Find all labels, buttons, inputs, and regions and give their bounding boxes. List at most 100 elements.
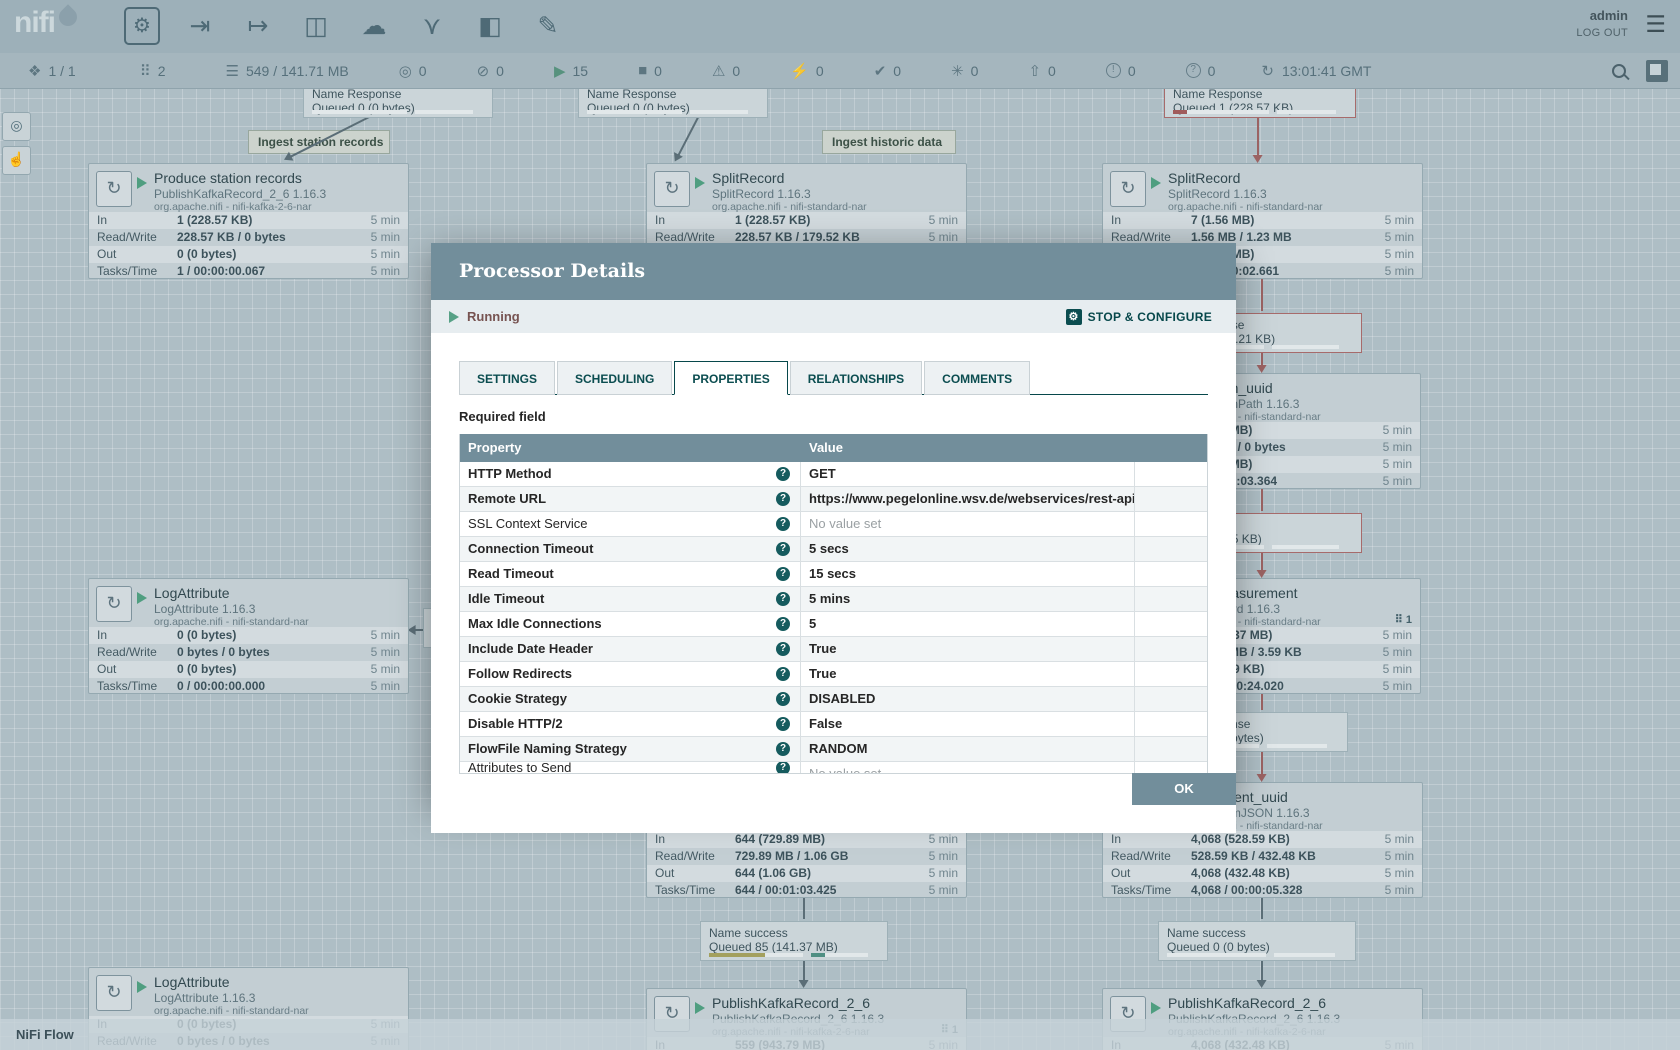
nifi-app: ◎☝Ingest station recordsIngest historic …: [0, 0, 1680, 1050]
queue-progress-bar: [1167, 953, 1266, 957]
stat-window: 5 min: [371, 246, 400, 263]
component-toolbar: ⚙ ⇥ ↦ ◫ ☁ ⋎ ◧ ✎: [124, 7, 566, 45]
help-icon[interactable]: ?: [776, 692, 790, 706]
stat-value: 0 (0 bytes): [177, 246, 236, 263]
property-value[interactable]: No value set: [801, 512, 1135, 536]
stop-configure-button[interactable]: ⚙ STOP & CONFIGURE: [1066, 309, 1212, 325]
process-group-icon[interactable]: ◫: [298, 7, 334, 45]
property-value[interactable]: False: [801, 712, 1135, 736]
help-icon[interactable]: ?: [776, 592, 790, 606]
breadcrumb[interactable]: NiFi Flow: [0, 1019, 1680, 1050]
status-item: ❖1 / 1: [28, 62, 76, 80]
template-icon[interactable]: ◧: [472, 7, 508, 45]
stat-window: 5 min: [1383, 678, 1412, 695]
run-status-label: Running: [467, 309, 520, 324]
stat-value: 528.59 KB / 432.48 KB: [1191, 848, 1316, 865]
queue-progress-bars: [1173, 110, 1347, 114]
help-icon[interactable]: ?: [776, 762, 790, 773]
help-icon[interactable]: ?: [776, 492, 790, 506]
crosshair-icon[interactable]: ◎: [2, 112, 31, 141]
properties-table-header: Property Value: [460, 434, 1207, 462]
processor-type: SplitRecord 1.16.3: [712, 187, 811, 201]
help-icon[interactable]: ?: [776, 667, 790, 681]
help-icon[interactable]: ?: [776, 742, 790, 756]
help-icon[interactable]: ?: [776, 717, 790, 731]
connection-queue-label[interactable]: Name successQueued 0 (0 bytes): [1158, 921, 1356, 961]
run-state-icon: [137, 177, 147, 189]
breadcrumb-label[interactable]: NiFi Flow: [16, 1027, 74, 1042]
property-value[interactable]: No value set: [801, 762, 1135, 773]
processor[interactable]: ↻ LogAttribute LogAttribute 1.16.3 org.a…: [88, 578, 409, 694]
stat-window: 5 min: [371, 212, 400, 229]
stat-window: 5 min: [1385, 831, 1414, 848]
help-icon[interactable]: ?: [776, 642, 790, 656]
property-row: Read Timeout?15 secs: [460, 562, 1207, 587]
processor-icon[interactable]: ⚙: [124, 7, 160, 45]
stat-row: Read/Write0 bytes / 0 bytes5 min: [89, 644, 408, 661]
help-icon[interactable]: ?: [776, 467, 790, 481]
last-refresh: ↻ 13:01:41 GMT: [1261, 62, 1371, 80]
property-name: Max Idle Connections?: [460, 612, 801, 636]
property-name: Follow Redirects?: [460, 662, 801, 686]
property-value[interactable]: RANDOM: [801, 737, 1135, 761]
property-value[interactable]: DISABLED: [801, 687, 1135, 711]
help-icon[interactable]: ?: [776, 517, 790, 531]
property-row: HTTP Method?GET: [460, 462, 1207, 487]
current-user: admin: [1576, 8, 1628, 23]
status-count: 0: [1048, 63, 1056, 79]
operate-panel-toggle-icon[interactable]: [1646, 60, 1668, 82]
global-menu-icon[interactable]: ☰: [1645, 11, 1666, 38]
stat-label: Read/Write: [1111, 848, 1171, 865]
refresh-icon[interactable]: ↻: [1261, 62, 1274, 80]
stat-value: 4,068 / 00:00:05.328: [1191, 882, 1302, 899]
output-port-icon[interactable]: ↦: [240, 7, 276, 45]
stat-window: 5 min: [929, 831, 958, 848]
label-icon[interactable]: ✎: [530, 7, 566, 45]
property-value[interactable]: 5 secs: [801, 537, 1135, 561]
property-name: Idle Timeout?: [460, 587, 801, 611]
input-port-icon[interactable]: ⇥: [182, 7, 218, 45]
property-value[interactable]: https://www.pegelonline.wsv.de/webservic…: [801, 487, 1135, 511]
property-value[interactable]: True: [801, 637, 1135, 661]
connection-queue-label[interactable]: Name successQueued 85 (141.37 MB): [700, 921, 888, 961]
stat-label: Read/Write: [655, 848, 715, 865]
property-value[interactable]: 15 secs: [801, 562, 1135, 586]
stat-window: 5 min: [1383, 456, 1412, 473]
stat-window: 5 min: [1385, 865, 1414, 882]
help-icon[interactable]: ?: [776, 617, 790, 631]
search-icon[interactable]: [1612, 64, 1626, 78]
tab-settings[interactable]: SETTINGS: [459, 361, 555, 395]
queue-progress-bars: [587, 110, 759, 114]
stat-label: In: [1111, 831, 1121, 848]
property-value[interactable]: 5: [801, 612, 1135, 636]
cluster-icon: ❖: [28, 62, 41, 80]
stat-window: 5 min: [929, 212, 958, 229]
tab-scheduling[interactable]: SCHEDULING: [557, 361, 672, 395]
tab-comments[interactable]: COMMENTS: [924, 361, 1030, 395]
logout-link[interactable]: LOG OUT: [1576, 27, 1628, 39]
queued-count: Queued 0 (0 bytes): [1167, 940, 1347, 954]
remote-process-group-icon[interactable]: ☁: [356, 7, 392, 45]
property-value[interactable]: True: [801, 662, 1135, 686]
stat-window: 5 min: [1385, 882, 1414, 899]
queue-progress-bar: [312, 110, 407, 114]
queue-progress-bars: [312, 110, 484, 114]
row-spacer: [1135, 712, 1207, 736]
property-value[interactable]: 5 mins: [801, 587, 1135, 611]
queue-progress-bar: [1274, 953, 1335, 957]
flow-label[interactable]: Ingest historic data: [822, 130, 956, 154]
status-count: 2: [158, 63, 166, 79]
ok-button[interactable]: OK: [1132, 773, 1236, 805]
property-value[interactable]: GET: [801, 462, 1135, 486]
status-count: 0: [1128, 63, 1136, 79]
processor[interactable]: ↻ Produce station records PublishKafkaRe…: [88, 163, 409, 279]
tab-relationships[interactable]: RELATIONSHIPS: [790, 361, 922, 395]
funnel-icon[interactable]: ⋎: [414, 7, 450, 45]
processor-stats: In4,068 (528.59 KB)5 minRead/Write528.59…: [1103, 831, 1422, 899]
tab-properties[interactable]: PROPERTIES: [674, 361, 787, 395]
help-icon[interactable]: ?: [776, 567, 790, 581]
property-row: Follow Redirects?True: [460, 662, 1207, 687]
row-spacer: [1135, 462, 1207, 486]
help-icon[interactable]: ?: [776, 542, 790, 556]
hand-icon[interactable]: ☝: [2, 146, 31, 175]
